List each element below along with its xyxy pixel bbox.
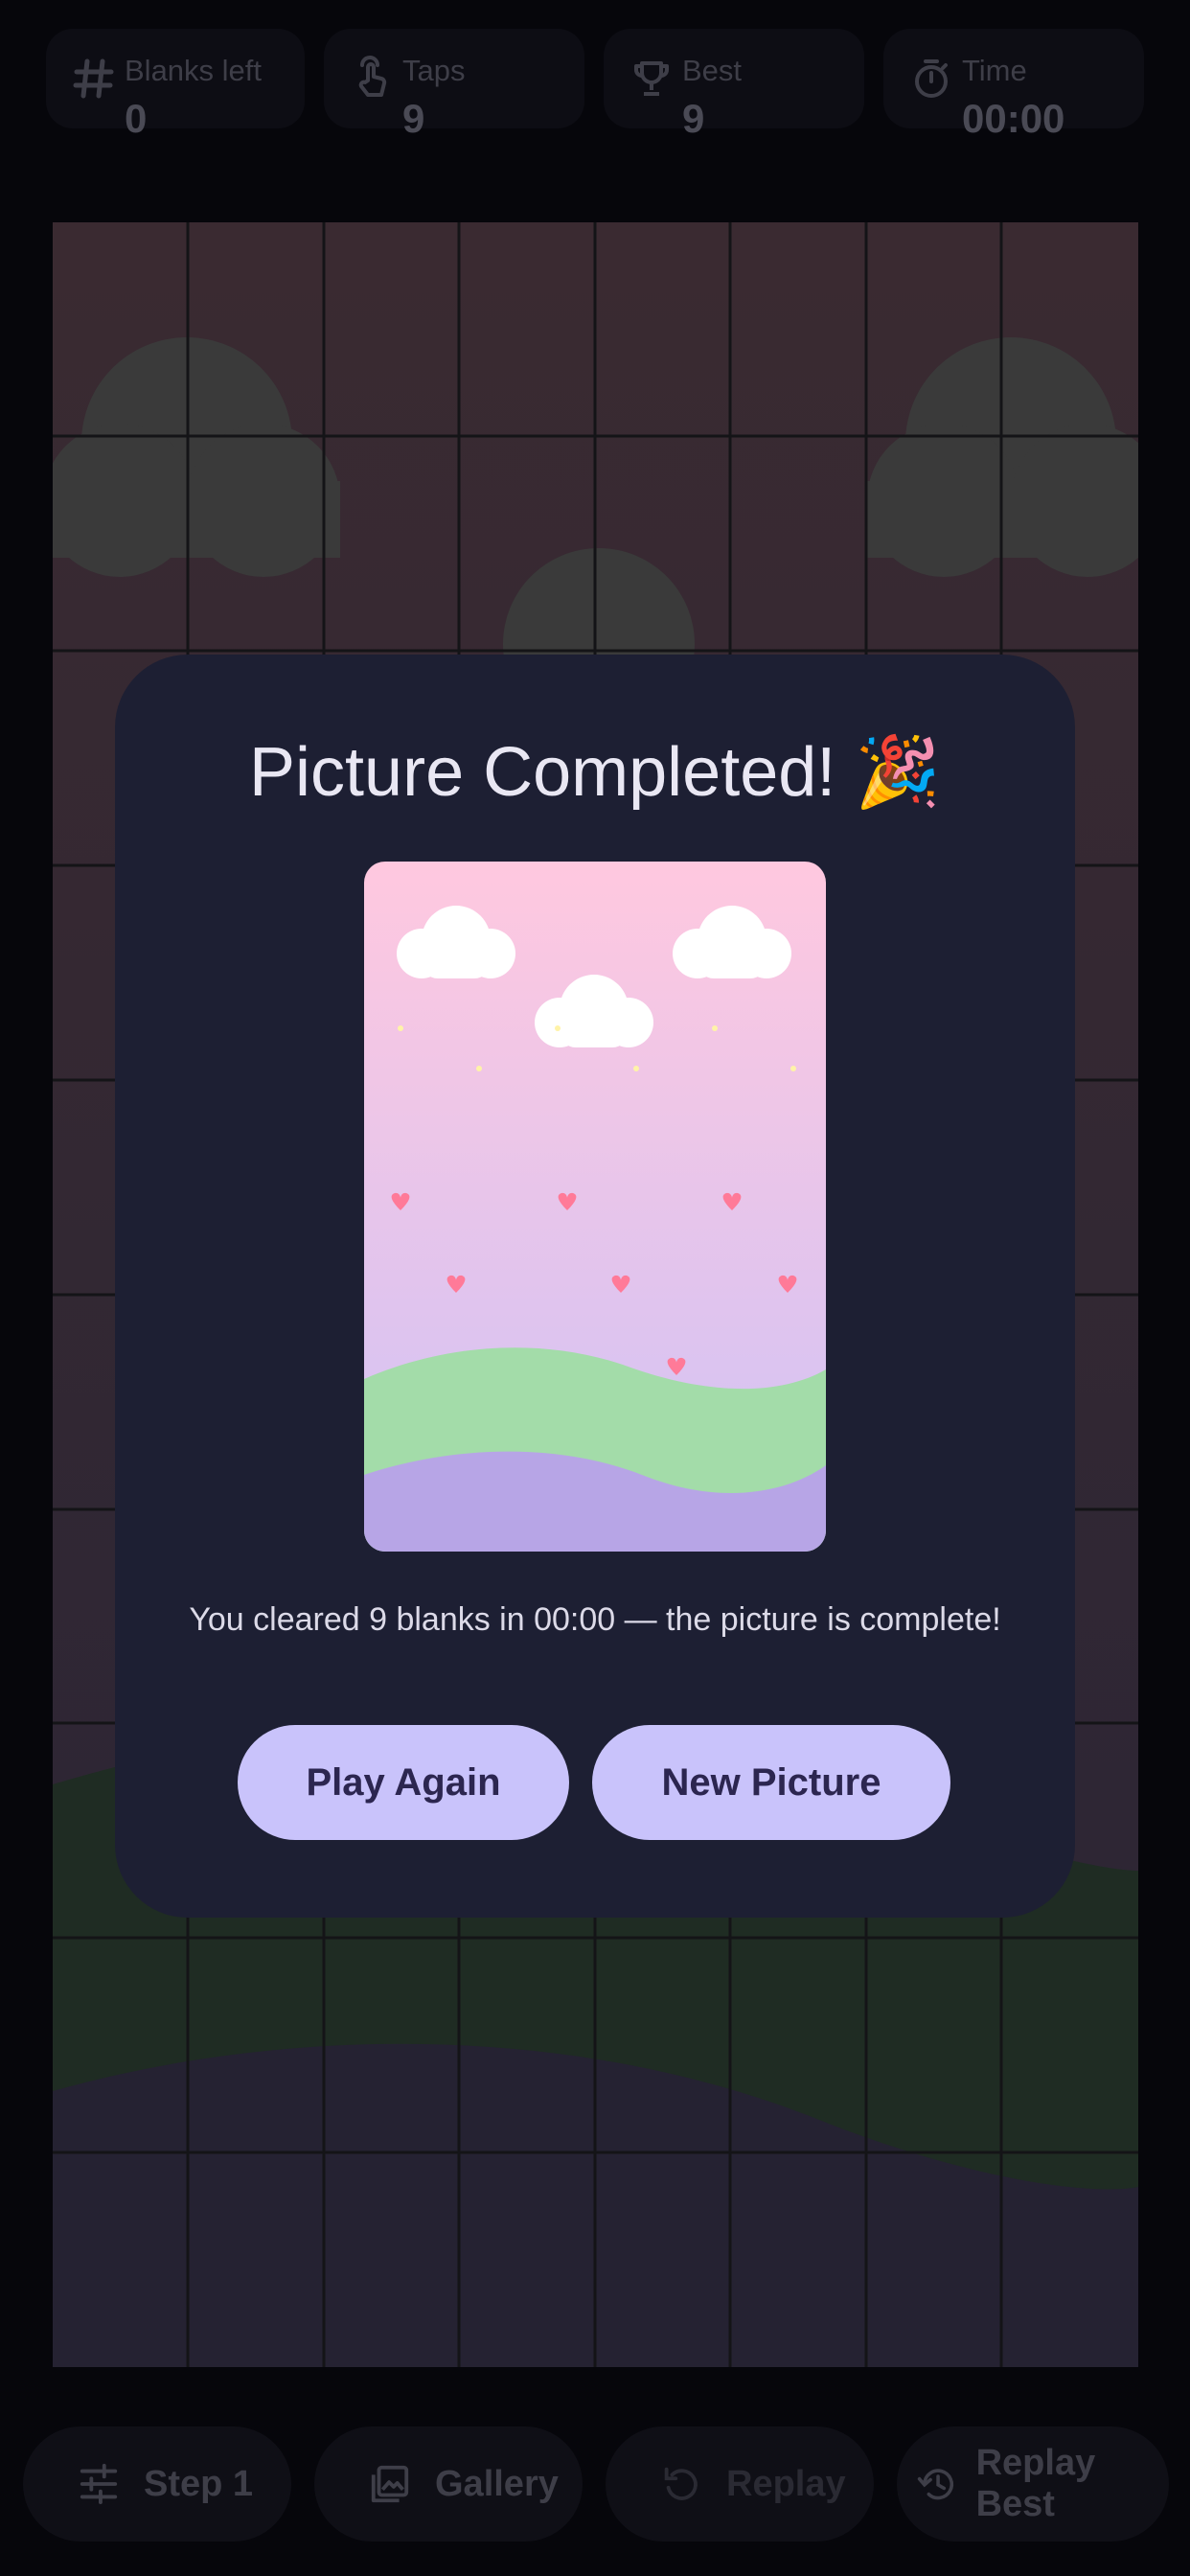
stat-label: Best (682, 54, 743, 87)
sliders-icon (80, 2463, 118, 2505)
stat-time: Time 00:00 (883, 29, 1144, 141)
completed-picture-preview (364, 862, 826, 1552)
hash-icon (73, 58, 114, 99)
bottom-toolbar: Step 1 Gallery Replay Replay Best (0, 2415, 1190, 2576)
stat-taps: Taps 9 (324, 29, 584, 141)
replay-label: Replay (726, 2463, 846, 2504)
stat-label: Time (962, 54, 1027, 87)
history-icon (917, 2469, 954, 2500)
stat-value: 0 (125, 96, 148, 141)
picture-illustration (364, 862, 826, 1552)
replay-icon (664, 2467, 698, 2500)
trophy-icon (634, 61, 669, 96)
gallery-button[interactable]: Gallery (314, 2426, 583, 2542)
replay-best-button[interactable]: Replay Best (897, 2426, 1169, 2542)
modal-title: Picture Completed! 🎉 (249, 734, 941, 811)
gallery-icon (371, 2465, 409, 2503)
stat-label: Blanks left (125, 54, 263, 87)
stats-bar: Blanks left 0 Taps 9 Best 9 Time 00:00 (0, 0, 1190, 192)
replay-best-label: Replay Best (975, 2443, 1096, 2524)
stat-value: 9 (402, 96, 425, 141)
stat-best: Best 9 (604, 29, 864, 141)
stat-value: 00:00 (962, 96, 1065, 141)
stopwatch-icon (915, 59, 948, 98)
step-label: Step 1 (144, 2463, 254, 2504)
step-button[interactable]: Step 1 (23, 2426, 291, 2542)
play-again-button[interactable]: Play Again (238, 1725, 569, 1840)
stat-value: 9 (682, 96, 705, 141)
tap-icon (358, 56, 387, 97)
stat-blanks-left: Blanks left 0 (46, 29, 305, 141)
completion-message: You cleared 9 blanks in 00:00 — the pict… (189, 1601, 1001, 1638)
replay-button[interactable]: Replay (606, 2426, 874, 2542)
completion-modal: Picture Completed! 🎉 You cleared 9 blank… (115, 655, 1075, 1918)
new-picture-button[interactable]: New Picture (592, 1725, 950, 1840)
gallery-label: Gallery (435, 2463, 559, 2504)
stat-label: Taps (402, 54, 466, 87)
